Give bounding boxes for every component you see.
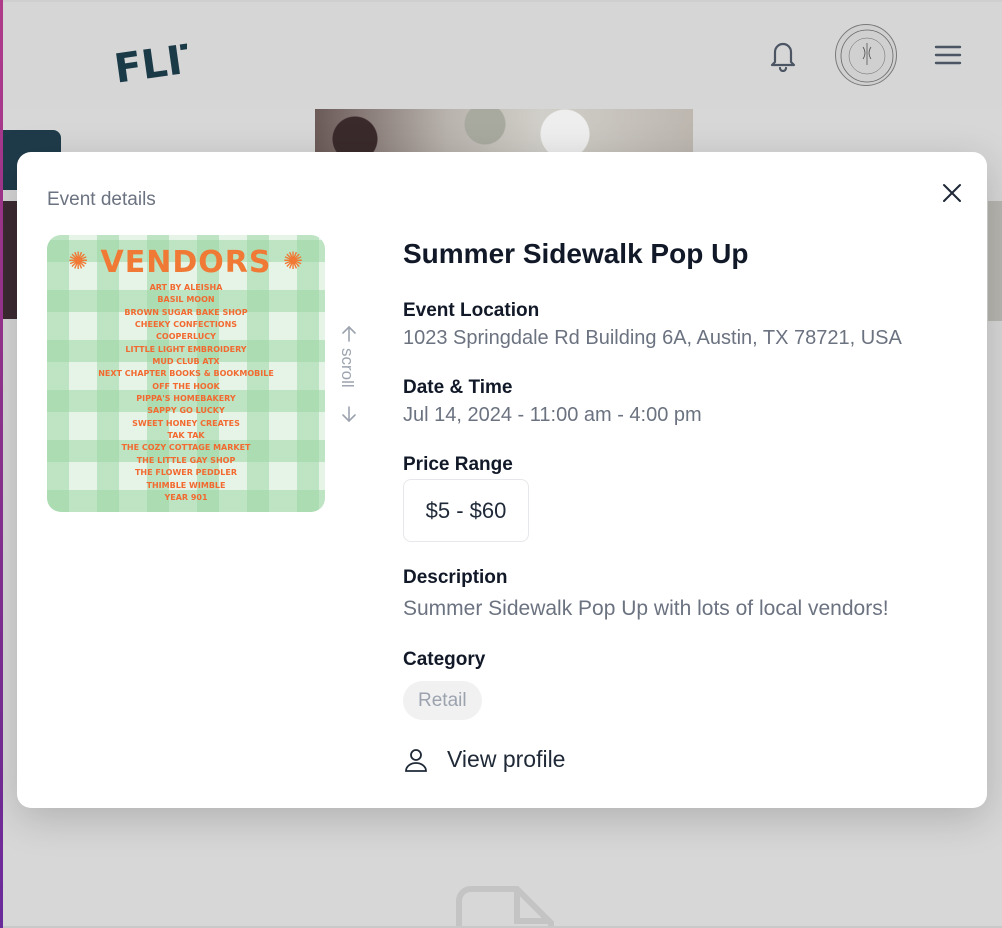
logo-text: FLIT <box>112 34 187 88</box>
scroll-hint[interactable]: scroll <box>337 324 361 424</box>
vendor-item: OFF THE HOOK <box>152 381 220 391</box>
view-profile-link[interactable]: View profile <box>403 746 565 773</box>
description-label: Description <box>403 567 508 588</box>
vendor-item: BROWN SUGAR BAKE SHOP <box>124 307 248 317</box>
side-photo <box>988 201 1002 321</box>
modal-heading: Event details <box>47 189 156 210</box>
close-icon[interactable] <box>939 180 965 206</box>
avatar-seal-icon <box>840 29 894 83</box>
vendor-item: THIMBLE WIMBLE <box>146 480 226 490</box>
view-profile-label: View profile <box>447 746 566 772</box>
vendor-item: SAPPY GO LUCKY <box>147 406 225 416</box>
category-label: Category <box>403 649 486 670</box>
vendor-item: BASIL MOON <box>157 295 215 305</box>
vendor-item: ART BY ALEISHA <box>149 283 223 292</box>
flower-icon: ✺ <box>67 247 90 275</box>
vendor-item: TAK TAK <box>167 431 205 441</box>
vendor-item: YEAR 901 <box>164 492 208 502</box>
notification-bell-icon[interactable] <box>767 38 799 72</box>
vendor-item: SWEET HONEY CREATES <box>132 418 240 428</box>
vendor-item: LITTLE LIGHT EMBROIDERY <box>125 344 247 354</box>
vendor-item: CHEEKY CONFECTIONS <box>134 320 238 330</box>
arrow-down-icon <box>342 406 356 423</box>
scroll-label: scroll <box>338 348 357 388</box>
category-chip: Retail <box>403 681 482 720</box>
avatar[interactable] <box>835 24 897 86</box>
app-header: FLIT <box>3 0 1002 109</box>
flyer-title: ✺ VENDORS ✺ <box>47 245 325 280</box>
location-label: Event Location <box>403 300 540 321</box>
vendor-item: MUD CLUB ATX <box>152 357 220 367</box>
datetime-label: Date & Time <box>403 377 513 398</box>
datetime-value: Jul 14, 2024 - 11:00 am - 4:00 pm <box>403 404 702 426</box>
vendor-item: NEXT CHAPTER BOOKS & BOOKMOBILE <box>98 369 274 379</box>
vendor-item: THE LITTLE GAY SHOP <box>136 455 236 465</box>
flit-logo[interactable]: FLIT <box>111 22 187 88</box>
location-value: 1023 Springdale Rd Building 6A, Austin, … <box>403 327 902 349</box>
event-details-modal: Event details ✺ VENDORS ✺ ART BY ALEISHA… <box>17 152 987 808</box>
vendor-list: ART BY ALEISHA BASIL MOON BROWN SUGAR BA… <box>47 282 325 504</box>
event-flyer-image[interactable]: ✺ VENDORS ✺ ART BY ALEISHA BASIL MOON BR… <box>47 235 325 512</box>
user-icon <box>405 748 427 772</box>
vendor-item: PIPPA'S HOMEBAKERY <box>136 394 236 404</box>
event-title: Summer Sidewalk Pop Up <box>403 238 749 269</box>
file-icon <box>456 886 554 928</box>
vendor-item: COOPERLUCY <box>156 332 216 342</box>
description-value: Summer Sidewalk Pop Up with lots of loca… <box>403 597 889 620</box>
menu-icon[interactable] <box>933 42 963 68</box>
arrow-up-icon <box>342 325 356 342</box>
flower-icon: ✺ <box>282 247 305 275</box>
flyer-title-text: VENDORS <box>100 245 272 280</box>
price-value: $5 - $60 <box>403 479 529 542</box>
price-label: Price Range <box>403 454 513 475</box>
vendor-item: THE COZY COTTAGE MARKET <box>121 443 251 453</box>
vendor-item: THE FLOWER PEDDLER <box>134 468 238 478</box>
